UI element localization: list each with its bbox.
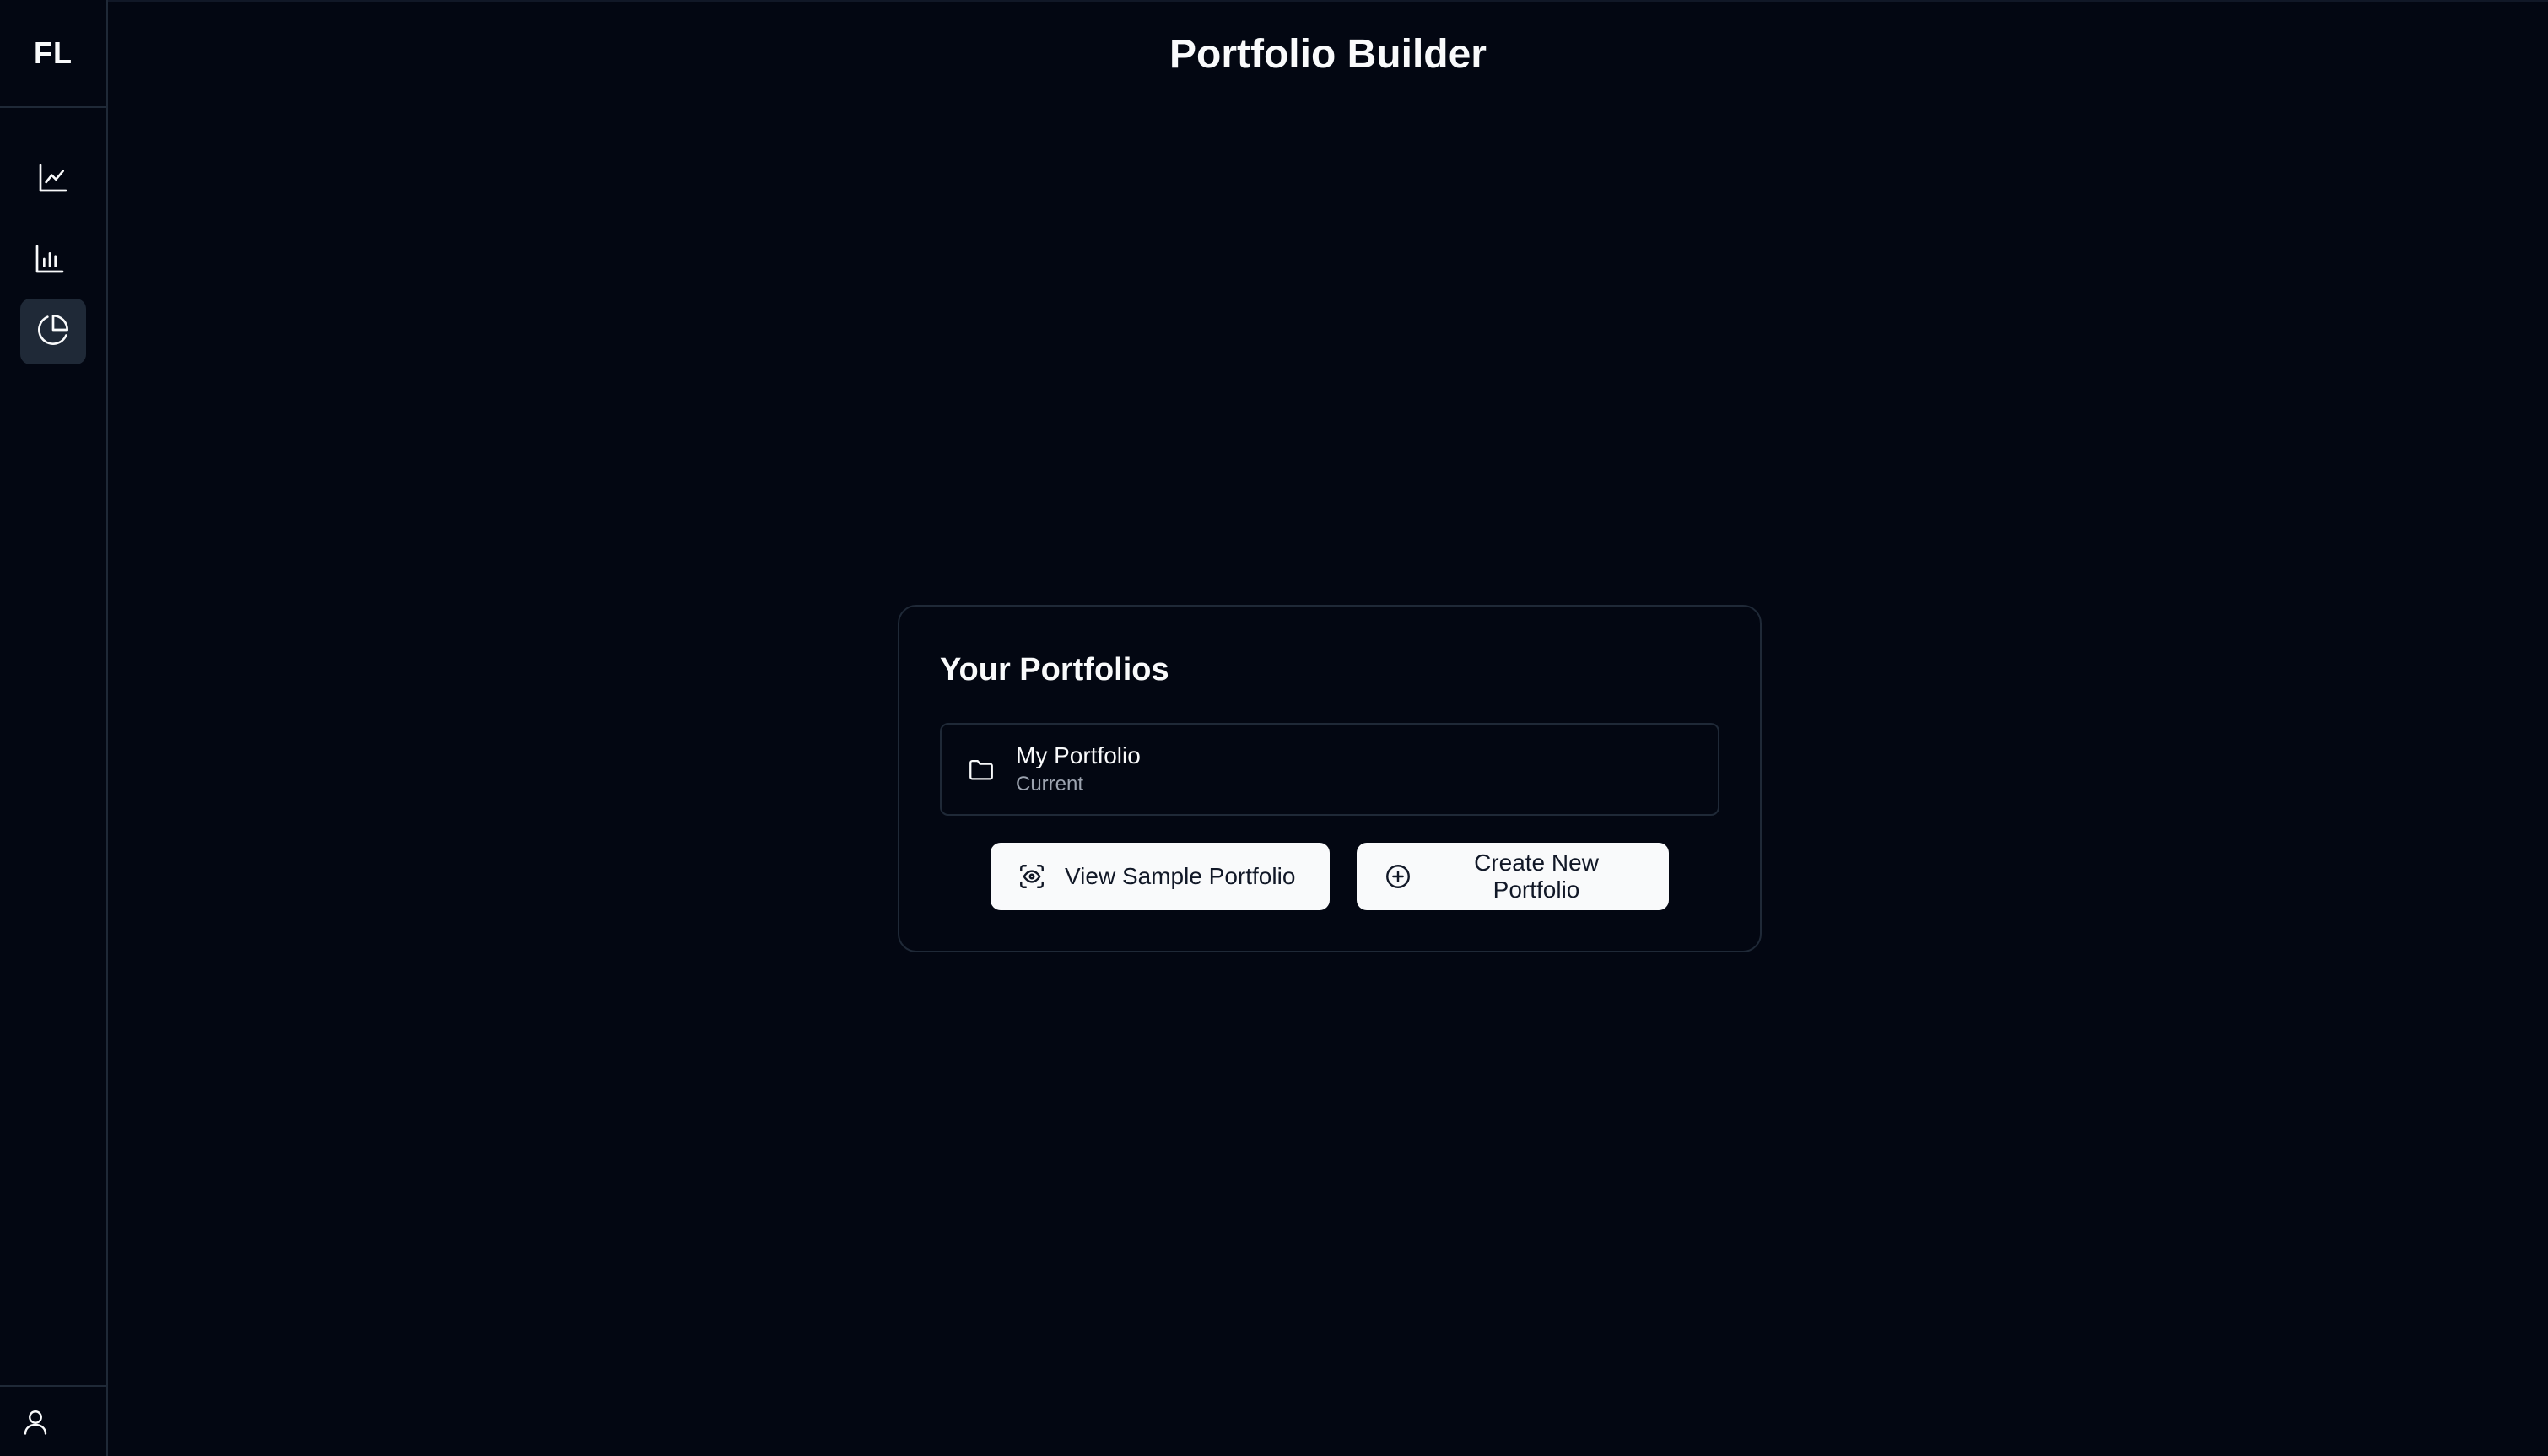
create-new-portfolio-button[interactable]: Create New Portfolio (1357, 843, 1669, 910)
portfolio-status: Current (1016, 773, 1084, 795)
portfolios-card: Your Portfolios My Portfolio Current Vie… (898, 605, 1762, 952)
user-icon (20, 1407, 51, 1442)
portfolio-list-item[interactable]: My Portfolio Current (940, 723, 1719, 816)
nav-item-pie-chart[interactable] (20, 299, 86, 364)
portfolio-name: My Portfolio (1016, 742, 1141, 768)
user-menu-button[interactable] (19, 1407, 52, 1441)
brand-logo[interactable]: FL (0, 0, 106, 108)
eye-scan-icon (1018, 862, 1046, 891)
portfolio-item-text: My Portfolio Current (1016, 741, 1141, 797)
page-title: Portfolio Builder (1169, 32, 1487, 77)
bar-chart-icon (33, 242, 67, 280)
sidebar: FL (0, 0, 108, 1456)
card-actions: View Sample Portfolio Create New Portfol… (899, 843, 1760, 910)
view-sample-portfolio-button[interactable]: View Sample Portfolio (991, 843, 1330, 910)
top-divider (108, 0, 2548, 2)
card-title: Your Portfolios (940, 652, 1169, 688)
app-window: FL Portfolio Builder Your Portfolios My … (0, 0, 2548, 1456)
nav-item-bar-chart[interactable] (17, 228, 83, 294)
plus-circle-icon (1384, 862, 1412, 891)
view-sample-portfolio-label: View Sample Portfolio (1065, 863, 1296, 889)
sidebar-footer (0, 1385, 106, 1456)
nav-item-line-chart[interactable] (20, 147, 86, 213)
create-new-portfolio-label: Create New Portfolio (1474, 849, 1599, 903)
line-chart-icon (36, 161, 70, 199)
pie-chart-icon (36, 313, 70, 351)
folder-icon (967, 755, 996, 784)
